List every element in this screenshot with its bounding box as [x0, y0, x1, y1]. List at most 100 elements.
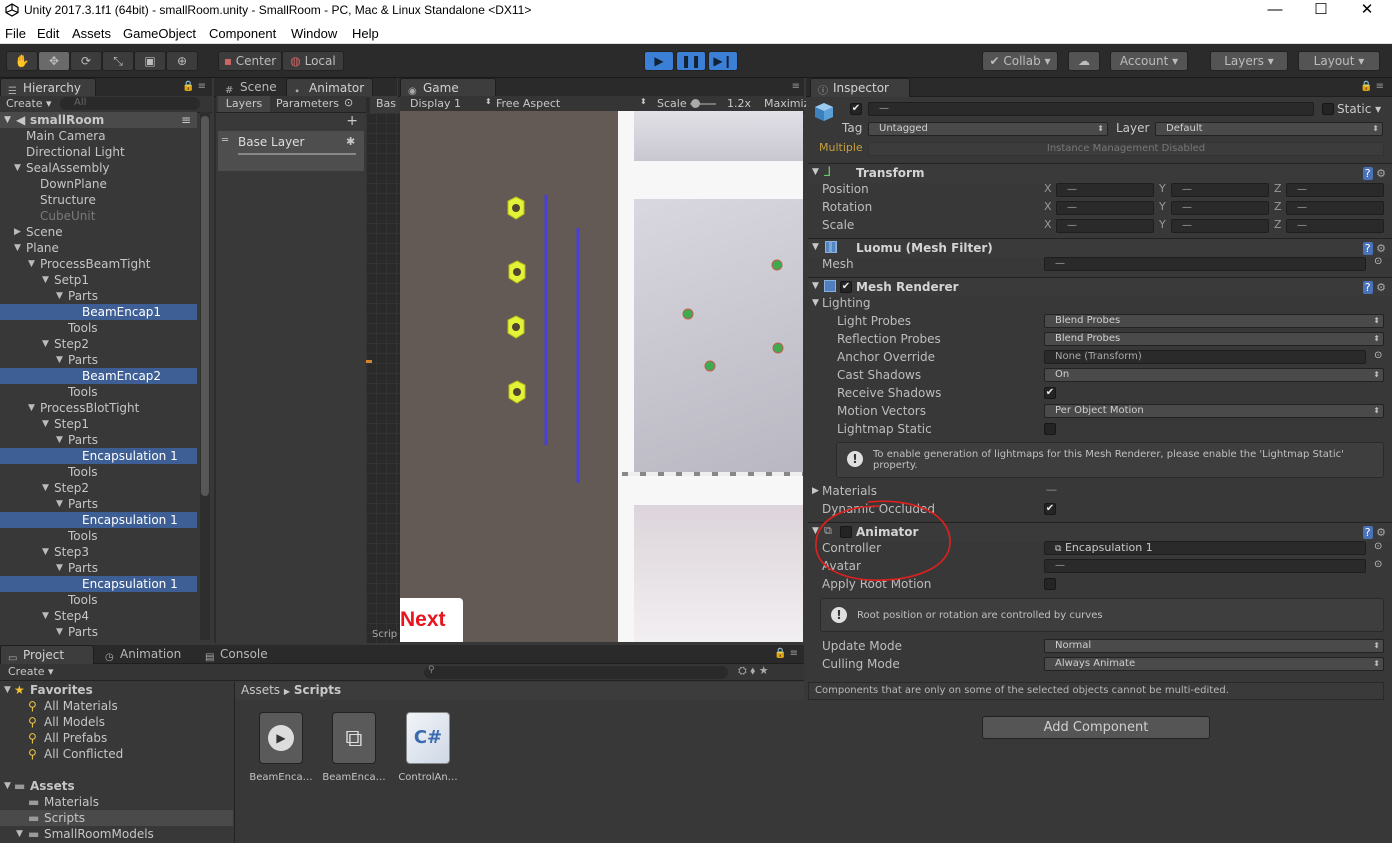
expanded-arrow-icon[interactable]: ▼ — [56, 560, 63, 576]
expanded-arrow-icon[interactable]: ▼ — [16, 826, 23, 842]
scene-menu-icon[interactable]: ≡ — [181, 112, 191, 128]
favorite-item[interactable]: ⚲ All Conflicted — [0, 746, 197, 762]
dynamic-occluded-checkbox[interactable]: ✔ — [1044, 503, 1056, 515]
mesh-renderer-enabled-checkbox[interactable]: ✔ — [840, 281, 852, 293]
transform-y-field[interactable]: — — [1171, 219, 1269, 233]
game-viewport[interactable]: Next — [400, 111, 803, 642]
breadcrumb-leaf[interactable]: Scripts — [294, 683, 341, 697]
transform-tool-button[interactable]: ⊕ — [166, 51, 198, 71]
hierarchy-item[interactable]: ▼ Parts — [0, 496, 197, 512]
component-header-icons[interactable]: ? ⚙ — [1362, 167, 1386, 180]
project-search-input[interactable]: ⚲ — [424, 665, 728, 679]
mesh-field[interactable]: — — [1044, 257, 1366, 271]
hierarchy-item[interactable]: Encapsulation 1 — [0, 576, 197, 592]
expanded-arrow-icon[interactable]: ▼ — [28, 256, 35, 272]
menu-edit[interactable]: Edit — [37, 26, 59, 41]
panel-menu-icon[interactable]: 🔒 ≡ — [182, 81, 206, 92]
pivot-space-toggle[interactable]: ◍ Local — [282, 51, 344, 71]
help-icon[interactable]: ? — [1362, 242, 1373, 255]
hierarchy-item[interactable]: ▼ Parts — [0, 560, 197, 576]
hierarchy-item[interactable]: Tools — [0, 384, 197, 400]
hierarchy-item[interactable]: ▼ Plane — [0, 240, 197, 256]
tab-game[interactable]: ◉ Game — [400, 78, 496, 97]
scene-root-row[interactable]: ▼ ◀ smallRoom ≡ — [0, 112, 197, 128]
cast-shadows-dropdown[interactable]: On — [1044, 368, 1384, 382]
favorite-item[interactable]: ⚲ All Models — [0, 714, 197, 730]
lighting-foldout-arrow[interactable]: ▼ — [812, 298, 819, 308]
hierarchy-item[interactable]: DownPlane — [0, 176, 197, 192]
hierarchy-item[interactable]: CubeUnit — [0, 208, 197, 224]
state-node-sliver[interactable] — [366, 360, 372, 363]
rect-tool-button[interactable]: ▣ — [134, 51, 166, 71]
asset-tile[interactable]: ▶ BeamEnca… — [241, 712, 321, 783]
hierarchy-item[interactable]: ▼ Parts — [0, 624, 197, 640]
menu-component[interactable]: Component — [209, 26, 276, 41]
hierarchy-scrollbar[interactable] — [200, 112, 210, 640]
hierarchy-item[interactable]: BeamEncap1 — [0, 304, 197, 320]
hierarchy-item[interactable]: ▼ SealAssembly — [0, 160, 197, 176]
collab-dropdown[interactable]: ✔ Collab ▾ — [982, 51, 1058, 71]
tab-hierarchy[interactable]: ☰ Hierarchy — [0, 78, 96, 97]
animator-breadcrumb[interactable]: Bas — [370, 96, 397, 113]
tag-dropdown[interactable]: Untagged — [868, 122, 1108, 136]
menu-gameobject[interactable]: GameObject — [123, 26, 196, 41]
transform-z-field[interactable]: — — [1286, 183, 1384, 197]
close-button[interactable]: ✕ — [1344, 0, 1390, 22]
favorite-item[interactable]: ⚲ All Prefabs — [0, 730, 197, 746]
expanded-arrow-icon[interactable]: ▼ — [42, 480, 49, 496]
hierarchy-item[interactable]: ▼ ProcessBlotTight — [0, 400, 197, 416]
expanded-arrow-icon[interactable]: ▼ — [42, 416, 49, 432]
component-header-icons[interactable]: ? ⚙ — [1362, 242, 1386, 255]
static-checkbox[interactable] — [1322, 103, 1334, 115]
tab-project[interactable]: ▭ Project — [0, 645, 94, 664]
asset-folder-item[interactable]: ▬ Materials — [0, 794, 233, 810]
mesh-filter-header[interactable]: ▼ Luomu (Mesh Filter) ? ⚙ — [808, 238, 1392, 258]
tab-inspector[interactable]: ⓘ Inspector — [810, 78, 910, 97]
aspect-dropdown[interactable]: Free Aspect ⬍ — [496, 97, 647, 110]
move-tool-button[interactable]: ✥ — [38, 51, 70, 71]
hierarchy-item[interactable]: Tools — [0, 320, 197, 336]
asset-tile[interactable]: C# ControlAn… — [388, 712, 468, 783]
hand-tool-button[interactable]: ✋ — [6, 51, 38, 71]
pause-button[interactable]: ❚❚ — [676, 51, 706, 71]
expanded-arrow-icon[interactable]: ▼ — [42, 608, 49, 624]
cloud-button[interactable]: ☁ — [1068, 51, 1100, 71]
object-picker-icon[interactable]: ⊙ — [1374, 350, 1382, 361]
materials-foldout-arrow[interactable]: ▶ — [812, 486, 819, 496]
tab-animation[interactable]: ◷ Animation — [98, 645, 189, 664]
hierarchy-item[interactable]: ▼ Setp1 — [0, 272, 197, 288]
inspector-menu-icon[interactable]: 🔒 ≡ — [1360, 81, 1384, 92]
culling-mode-dropdown[interactable]: Always Animate — [1044, 657, 1384, 671]
reflection-probes-dropdown[interactable]: Blend Probes — [1044, 332, 1384, 346]
transform-y-field[interactable]: — — [1171, 201, 1269, 215]
scale-slider[interactable] — [690, 99, 716, 108]
hierarchy-item[interactable]: Encapsulation 1 — [0, 448, 197, 464]
mesh-renderer-header[interactable]: ▼ ✔ Mesh Renderer ? ⚙ — [808, 277, 1392, 297]
hierarchy-item[interactable]: ▼ Step2 — [0, 480, 197, 496]
update-mode-dropdown[interactable]: Normal — [1044, 639, 1384, 653]
asset-folder-item[interactable]: ▼ ▬ SmallRoomModels — [0, 826, 233, 842]
transform-header[interactable]: ▼ ⅃ Transform ? ⚙ — [808, 163, 1392, 183]
menu-file[interactable]: File — [5, 26, 26, 41]
tab-scene[interactable]: # Scene — [218, 78, 285, 97]
account-dropdown[interactable]: Account ▾ — [1110, 51, 1188, 71]
transform-y-field[interactable]: — — [1171, 183, 1269, 197]
hierarchy-item[interactable]: ▼ Parts — [0, 352, 197, 368]
anchor-override-field[interactable]: None (Transform) — [1044, 350, 1366, 364]
expanded-arrow-icon[interactable]: ▼ — [14, 240, 21, 256]
project-menu-icon[interactable]: 🔒 ≡ — [774, 648, 798, 659]
hierarchy-item[interactable]: ▼ Parts — [0, 288, 197, 304]
scale-slider-thumb[interactable] — [691, 99, 700, 108]
scale-tool-button[interactable]: ⤡ — [102, 51, 134, 71]
hierarchy-item[interactable]: Encapsulation 1 — [0, 512, 197, 528]
hierarchy-item[interactable]: ▼ Step3 — [0, 544, 197, 560]
object-picker-icon[interactable]: ⊙ — [1374, 256, 1382, 267]
hierarchy-item[interactable]: ▼ Step4 — [0, 608, 197, 624]
gear-icon[interactable]: ⚙ — [1376, 167, 1386, 180]
help-icon[interactable]: ? — [1362, 167, 1373, 180]
hierarchy-item[interactable]: Tools — [0, 528, 197, 544]
pivot-center-toggle[interactable]: ▪ Center — [218, 51, 282, 71]
gear-icon[interactable]: ⚙ — [1376, 526, 1386, 539]
expanded-arrow-icon[interactable]: ▼ — [56, 432, 63, 448]
motion-vectors-dropdown[interactable]: Per Object Motion — [1044, 404, 1384, 418]
